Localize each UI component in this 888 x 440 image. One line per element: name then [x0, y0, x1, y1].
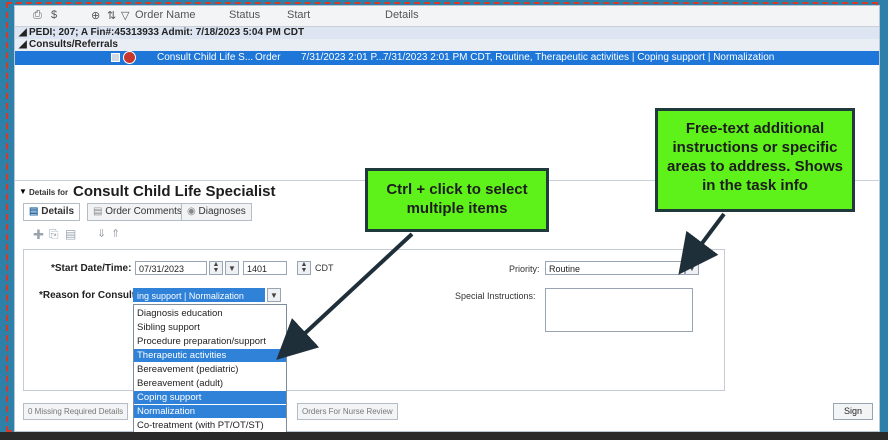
status-bar: 0 Missing Required Details Orders For Nu…	[15, 403, 879, 421]
chart-icon[interactable]: ▤	[65, 227, 76, 241]
start-time-field[interactable]: 1401	[243, 261, 287, 275]
collapse-icon[interactable]: ◢	[19, 27, 27, 39]
copy-icon[interactable]: ⎘	[49, 227, 59, 242]
reason-option[interactable]: Sibling support	[134, 321, 286, 334]
reason-option[interactable]: Procedure preparation/support	[134, 335, 286, 348]
details-tab-icon: ▤	[29, 206, 42, 217]
priority-field[interactable]: Routine	[545, 261, 685, 275]
order-details-cell: 7/31/2023 2:01 PM CDT, Routine, Therapeu…	[383, 52, 775, 63]
order-status-icon	[124, 52, 135, 63]
special-instructions-field[interactable]	[545, 288, 693, 332]
details-title: Consult Child Life Specialist	[73, 183, 276, 200]
priority-label: Priority:	[509, 264, 540, 274]
add-icon[interactable]: ⊕	[91, 9, 100, 22]
print-icon[interactable]: ⎙	[33, 9, 42, 22]
col-s-header[interactable]: $	[51, 9, 57, 21]
col-order-name[interactable]: Order Name	[135, 9, 196, 21]
order-start-cell: 7/31/2023 2:01 P...	[301, 52, 385, 63]
filter-icon[interactable]: ▽	[121, 9, 129, 22]
start-date-field[interactable]: 07/31/2023	[135, 261, 207, 275]
patient-row[interactable]: ◢ PEDI; 207; A Fin#:45313933 Admit: 7/18…	[15, 27, 879, 39]
collapse-details-icon[interactable]: ▼	[19, 187, 27, 196]
patient-row-label: PEDI; 207; A Fin#:45313933 Admit: 7/18/2…	[29, 27, 305, 38]
ctrl-click-callout: Ctrl + click to select multiple items	[365, 168, 549, 232]
comments-tab-icon: ▤	[93, 206, 106, 217]
order-row-selected[interactable]: Consult Child Life S... Order 7/31/2023 …	[15, 51, 879, 65]
tab-order-comments[interactable]: ▤ Order Comments	[87, 203, 188, 221]
collapse-icon[interactable]: ◢	[19, 39, 27, 51]
special-instructions-label: Special Instructions:	[455, 291, 536, 301]
reason-label: *Reason for Consult:	[39, 290, 139, 301]
tab-diagnoses[interactable]: ◉ Diagnoses	[181, 203, 252, 221]
order-name-cell: Consult Child Life S...	[157, 52, 254, 63]
category-row[interactable]: ◢ Consults/Referrals	[15, 39, 879, 51]
move-up-icon[interactable]: ⇑	[111, 227, 120, 240]
reason-combobox[interactable]: ing support | Normalization	[133, 288, 265, 302]
bottom-strip	[0, 432, 888, 440]
details-prefix: Details for	[29, 188, 69, 197]
start-date-label: *Start Date/Time:	[51, 263, 132, 274]
checkbox-icon[interactable]	[111, 53, 120, 62]
priority-dropdown-button[interactable]: ▼	[685, 261, 699, 275]
time-spinner[interactable]: ▲ ▼	[297, 261, 311, 275]
add-detail-icon[interactable]: ✚	[33, 227, 44, 243]
missing-details-button[interactable]: 0 Missing Required Details	[23, 403, 129, 420]
sort-icon[interactable]: ⇅	[107, 9, 116, 22]
timezone-label: CDT	[315, 263, 334, 273]
reason-option[interactable]: Bereavement (adult)	[134, 377, 286, 390]
col-start[interactable]: Start	[287, 9, 310, 21]
free-text-callout: Free-text additional instructions or spe…	[655, 108, 855, 212]
col-details[interactable]: Details	[385, 9, 419, 21]
grid-header: ⎙ $ ⊕ ⇅ ▽ Order Name Status Start Detail…	[15, 6, 879, 27]
category-label: Consults/Referrals	[29, 39, 118, 50]
nurse-review-button[interactable]: Orders For Nurse Review	[297, 403, 398, 420]
move-down-icon[interactable]: ⇓	[97, 227, 106, 240]
reason-option[interactable]: Therapeutic activities	[134, 349, 286, 362]
reason-dropdown-button[interactable]: ▼	[267, 288, 281, 302]
calendar-dropdown[interactable]: ▼	[225, 261, 239, 275]
reason-option[interactable]: Bereavement (pediatric)	[134, 363, 286, 376]
col-status[interactable]: Status	[229, 9, 260, 21]
tab-details[interactable]: ▤ Details	[23, 203, 81, 221]
order-status-cell: Order	[255, 52, 281, 63]
reason-option[interactable]: Diagnosis education	[134, 307, 286, 320]
date-spinner[interactable]: ▲ ▼	[209, 261, 223, 275]
sign-button[interactable]: Sign	[833, 403, 873, 420]
diagnoses-tab-icon: ◉	[187, 206, 199, 217]
